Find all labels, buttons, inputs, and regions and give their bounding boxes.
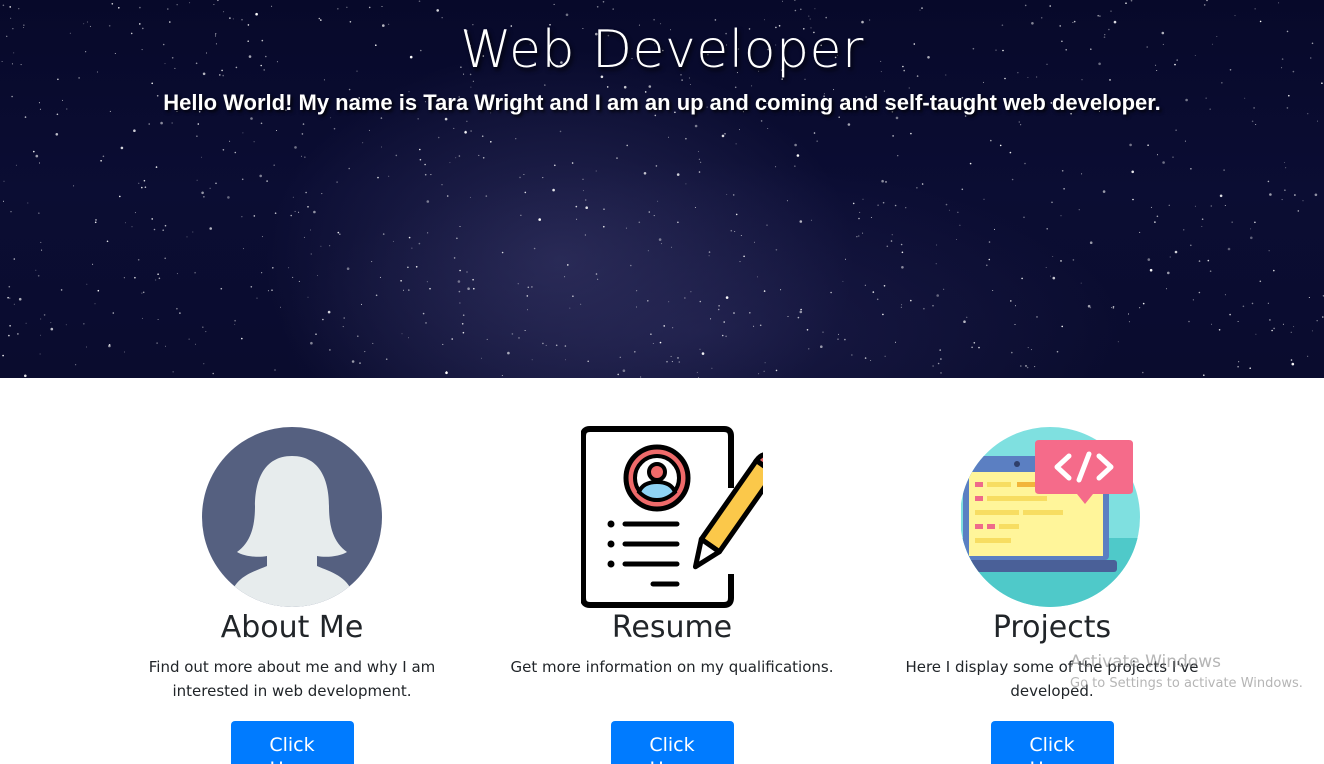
female-avatar-icon xyxy=(201,426,383,608)
card-title-about-me: About Me xyxy=(220,610,364,645)
resume-click-here-button[interactable]: Click Here xyxy=(610,721,734,764)
card-title-resume: Resume xyxy=(611,610,733,645)
hero-banner: Web Developer Hello World! My name is Ta… xyxy=(0,0,1324,378)
card-projects: Projects Here I display some of the proj… xyxy=(862,426,1242,764)
card-description-resume: Get more information on my qualification… xyxy=(510,658,834,676)
laptop-code-icon xyxy=(960,426,1143,608)
card-resume: Resume Get more information on my qualif… xyxy=(482,426,862,764)
hero-subtitle-suffix: and I am an up and coming and self-taugh… xyxy=(543,90,1161,115)
watermark-line-1: Activate Windows xyxy=(1070,652,1221,672)
watermark-line-2: Go to Settings to activate Windows. xyxy=(1070,676,1303,691)
windows-activation-watermark: Activate Windows Go to Settings to activ… xyxy=(1070,652,1303,691)
card-description-about-me: Find out more about me and why I am inte… xyxy=(148,658,436,700)
about-me-click-here-button[interactable]: Click Here xyxy=(230,721,354,764)
resume-document-icon xyxy=(580,426,780,608)
projects-click-here-button[interactable]: Click Here xyxy=(990,721,1114,764)
hero-subtitle: Hello World! My name is Tara Wright and … xyxy=(0,90,1324,116)
card-title-projects: Projects xyxy=(992,610,1112,645)
page-title: Web Developer xyxy=(460,20,864,80)
hero-subtitle-prefix: Hello World! My name is xyxy=(163,90,424,115)
hero-subtitle-name: Tara Wright xyxy=(423,90,544,115)
card-about-me: About Me Find out more about me and why … xyxy=(102,426,482,764)
